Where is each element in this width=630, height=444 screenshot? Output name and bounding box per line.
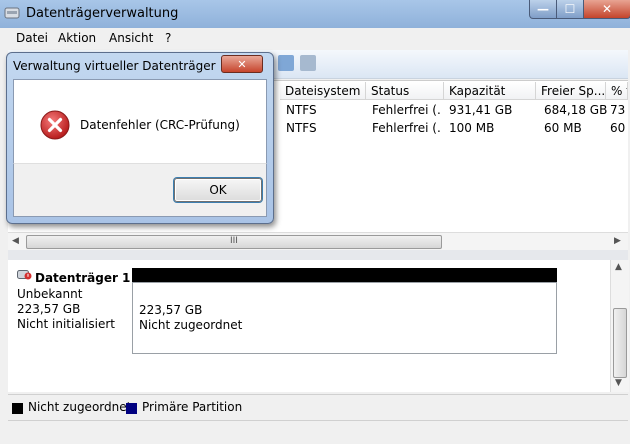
legend: Nicht zugeordnet Primäre Partition [8,394,628,421]
table-cell[interactable]: 60 MB [544,121,582,135]
legend-swatch-unallocated [12,403,23,414]
horizontal-scroll-thumb[interactable]: III [26,235,442,249]
menu-help[interactable]: ? [165,31,171,45]
minimize-icon: — [537,2,549,16]
scroll-down-icon[interactable]: ▼ [615,378,622,388]
partition-label: Nicht zugeordnet [139,318,243,332]
menu-aktion[interactable]: Aktion [58,31,96,45]
horizontal-scrollbar[interactable]: ◀ III ▶ [8,232,628,251]
table-cell[interactable]: NTFS [286,121,317,135]
disk-name[interactable]: Datenträger 1 [35,271,130,285]
partition-size: 223,57 GB [139,303,203,317]
dialog-footer: OK [13,163,267,217]
close-icon: ✕ [601,2,613,16]
dialog-message: Datenfehler (CRC-Prüfung) [80,118,240,132]
table-cell[interactable]: NTFS [286,103,317,117]
dialog-title: Verwaltung virtueller Datenträger [13,59,216,73]
menu-ansicht[interactable]: Ansicht [109,31,153,45]
vertical-scrollbar[interactable]: ▲ ▼ [610,260,629,392]
disk-graph-area: Datenträger 1 Unbekannt 223,57 GB Nicht … [8,260,610,392]
pane-splitter[interactable] [8,250,628,260]
table-cell[interactable]: 100 MB [449,121,494,135]
vertical-scroll-thumb[interactable] [613,308,627,378]
error-icon [40,110,70,140]
scroll-left-icon[interactable]: ◀ [12,236,19,246]
maximize-icon: ☐ [564,2,576,16]
window-title: Datenträgerverwaltung [26,6,179,21]
column-header-capacity[interactable]: Kapazität [444,82,536,100]
table-cell[interactable]: Fehlerfrei (... [372,103,442,117]
unallocated-bar [132,268,557,282]
column-header-free-space[interactable]: Freier Sp... [536,82,606,100]
table-cell[interactable]: 73 [610,103,625,117]
unallocated-partition[interactable]: 223,57 GB Nicht zugeordnet [132,282,557,354]
disk-error-icon [17,270,32,280]
status-bar [8,420,628,444]
error-dialog: Verwaltung virtueller Datenträger ✕ Date… [6,52,274,224]
disk-type: Unbekannt [17,287,83,301]
dialog-body: Datenfehler (CRC-Prüfung) [13,79,267,164]
scroll-right-icon[interactable]: ▶ [614,236,621,246]
legend-label-unallocated: Nicht zugeordnet [28,400,132,414]
menu-bar: Datei Aktion Ansicht ? [8,28,628,50]
ok-button[interactable]: OK [174,178,262,202]
column-header-filesystem[interactable]: Dateisystem [280,82,366,100]
scroll-up-icon[interactable]: ▲ [615,262,622,272]
column-header-percent-free[interactable]: % f [606,82,628,100]
close-icon: ✕ [237,57,247,71]
legend-swatch-primary [126,403,137,414]
table-cell[interactable]: 931,41 GB [449,103,512,117]
maximize-button[interactable]: ☐ [556,0,584,19]
disk-management-icon [4,7,20,19]
close-button[interactable]: ✕ [583,0,630,19]
dialog-close-button[interactable]: ✕ [221,55,263,73]
table-cell[interactable]: 684,18 GB [544,103,607,117]
minimize-button[interactable]: — [529,0,557,19]
toolbar-button-icon[interactable] [278,55,294,71]
table-cell[interactable]: 60 [610,121,625,135]
table-cell[interactable]: Fehlerfrei (... [372,121,442,135]
column-header-status[interactable]: Status [366,82,444,100]
disk-init-state: Nicht initialisiert [17,317,115,331]
scroll-grip: III [230,236,238,246]
toolbar-button-icon[interactable] [300,55,316,71]
menu-datei[interactable]: Datei [16,31,48,45]
legend-label-primary: Primäre Partition [142,400,243,414]
disk-size: 223,57 GB [17,302,81,316]
